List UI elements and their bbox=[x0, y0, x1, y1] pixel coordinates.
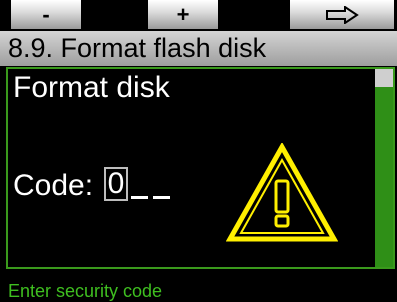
format-panel: Format disk Code: 0 bbox=[6, 67, 395, 269]
minus-label: - bbox=[42, 1, 50, 27]
security-code-input[interactable]: 0 bbox=[104, 167, 175, 205]
softkey-bar: - + bbox=[0, 0, 397, 29]
code-label: Code: bbox=[13, 169, 94, 202]
status-message: Enter security code bbox=[8, 281, 163, 301]
scrollbar-thumb[interactable] bbox=[375, 69, 393, 87]
plus-softkey[interactable]: + bbox=[148, 0, 218, 29]
arrow-right-outline-icon bbox=[326, 5, 359, 24]
minus-softkey[interactable]: - bbox=[11, 0, 81, 29]
warning-triangle-icon bbox=[226, 143, 338, 242]
code-digit-3[interactable] bbox=[153, 169, 170, 199]
panel-heading: Format disk bbox=[13, 71, 170, 104]
code-digit-2[interactable] bbox=[131, 169, 148, 199]
scrollbar[interactable] bbox=[375, 69, 393, 267]
next-softkey[interactable] bbox=[290, 0, 394, 29]
code-digit-1[interactable]: 0 bbox=[104, 167, 128, 201]
page-title: 8.9. Format flash disk bbox=[0, 31, 397, 66]
plus-label: + bbox=[176, 1, 190, 27]
